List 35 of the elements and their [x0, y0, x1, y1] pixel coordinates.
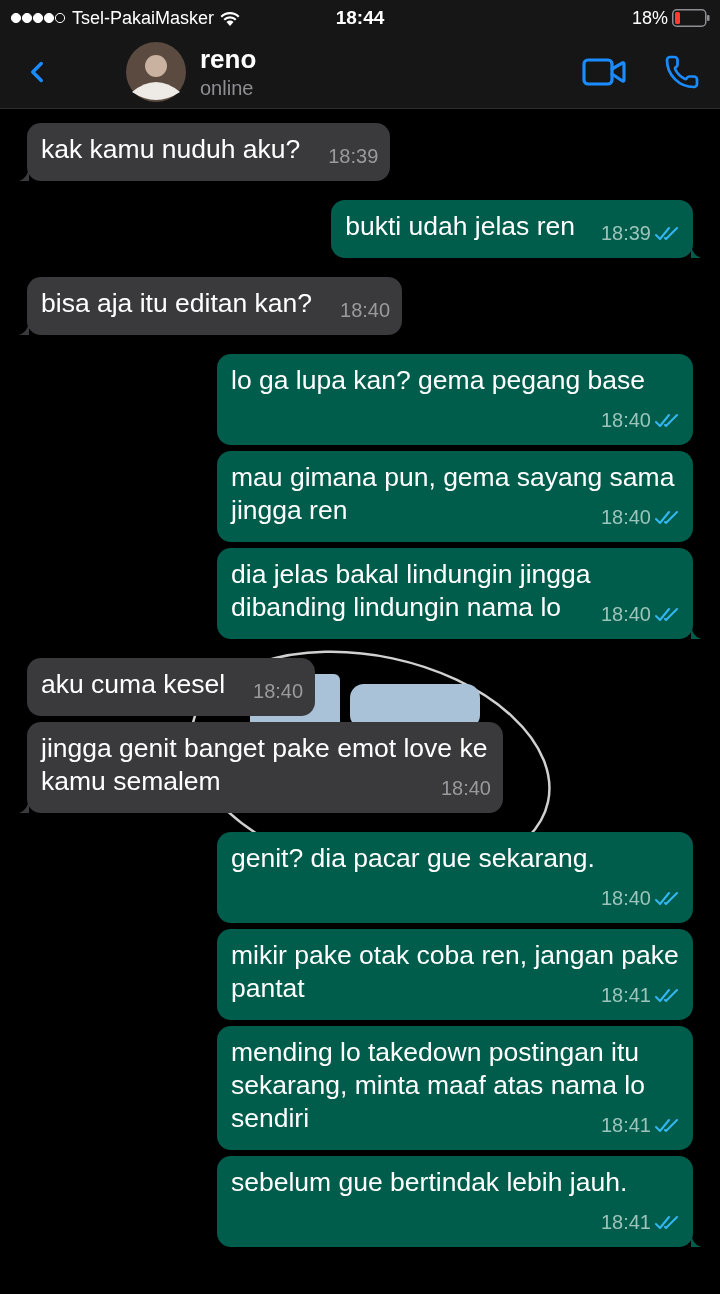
received-message: jingga genit banget pake emot love ke kamu semalem 18:40 — [27, 722, 503, 813]
message-time: 18:40 — [340, 298, 391, 323]
voice-call-button[interactable] — [664, 54, 700, 90]
message-time: 18:40 — [440, 776, 491, 801]
sent-message: mikir pake otak coba ren, jangan pake pantat 18:41 — [217, 929, 693, 1020]
message-time: 18:40 — [600, 408, 651, 433]
signal-icon — [10, 12, 66, 24]
message-time: 18:40 — [600, 505, 651, 530]
sent-message: mau gimana pun, gema sayang sama jingga ren 18:40 — [217, 451, 693, 542]
contact-status: online — [200, 77, 255, 100]
phone-icon — [664, 54, 700, 90]
message-time: 18:41 — [600, 1113, 651, 1138]
message-time: 18:40 — [253, 679, 304, 704]
message-time: 18:40 — [600, 886, 651, 911]
sent-message: mending lo takedown postingan itu sekarang, minta maaf atas nama lo sendiri 18:41 — [217, 1026, 693, 1150]
avatar[interactable] — [126, 42, 186, 102]
message-time: 18:40 — [600, 602, 651, 627]
message-time: 18:41 — [600, 1210, 651, 1235]
contact-name: reno — [200, 44, 258, 75]
sent-message: sebelum gue bertindak lebih jauh. 18:41 — [217, 1156, 693, 1247]
sent-message: lo ga lupa kan? gema pegang base 18:40 — [217, 354, 693, 445]
message-time: 18:41 — [600, 983, 651, 1008]
wifi-icon — [220, 10, 241, 26]
sent-message: genit? dia pacar gue sekarang. 18:40 — [217, 832, 693, 923]
sent-message: dia jelas bakal lindungin jingga dibanding lindungin nama lo 18:40 — [217, 548, 693, 639]
received-message: kak kamu nuduh aku? 18:39 — [27, 123, 391, 181]
battery-percentage: 18% — [632, 7, 668, 29]
message-time: 18:39 — [600, 221, 651, 246]
sent-message: bukti udah jelas ren 18:39 — [331, 200, 693, 258]
clock-time: 18:44 — [335, 7, 385, 29]
carrier-name: Tsel-PakaiMasker — [72, 7, 215, 29]
received-message: aku cuma kesel 18:40 — [27, 658, 316, 716]
received-message: bisa aja itu editan kan? 18:40 — [27, 277, 403, 335]
message-time: 18:39 — [328, 144, 379, 169]
battery-icon — [672, 9, 710, 27]
